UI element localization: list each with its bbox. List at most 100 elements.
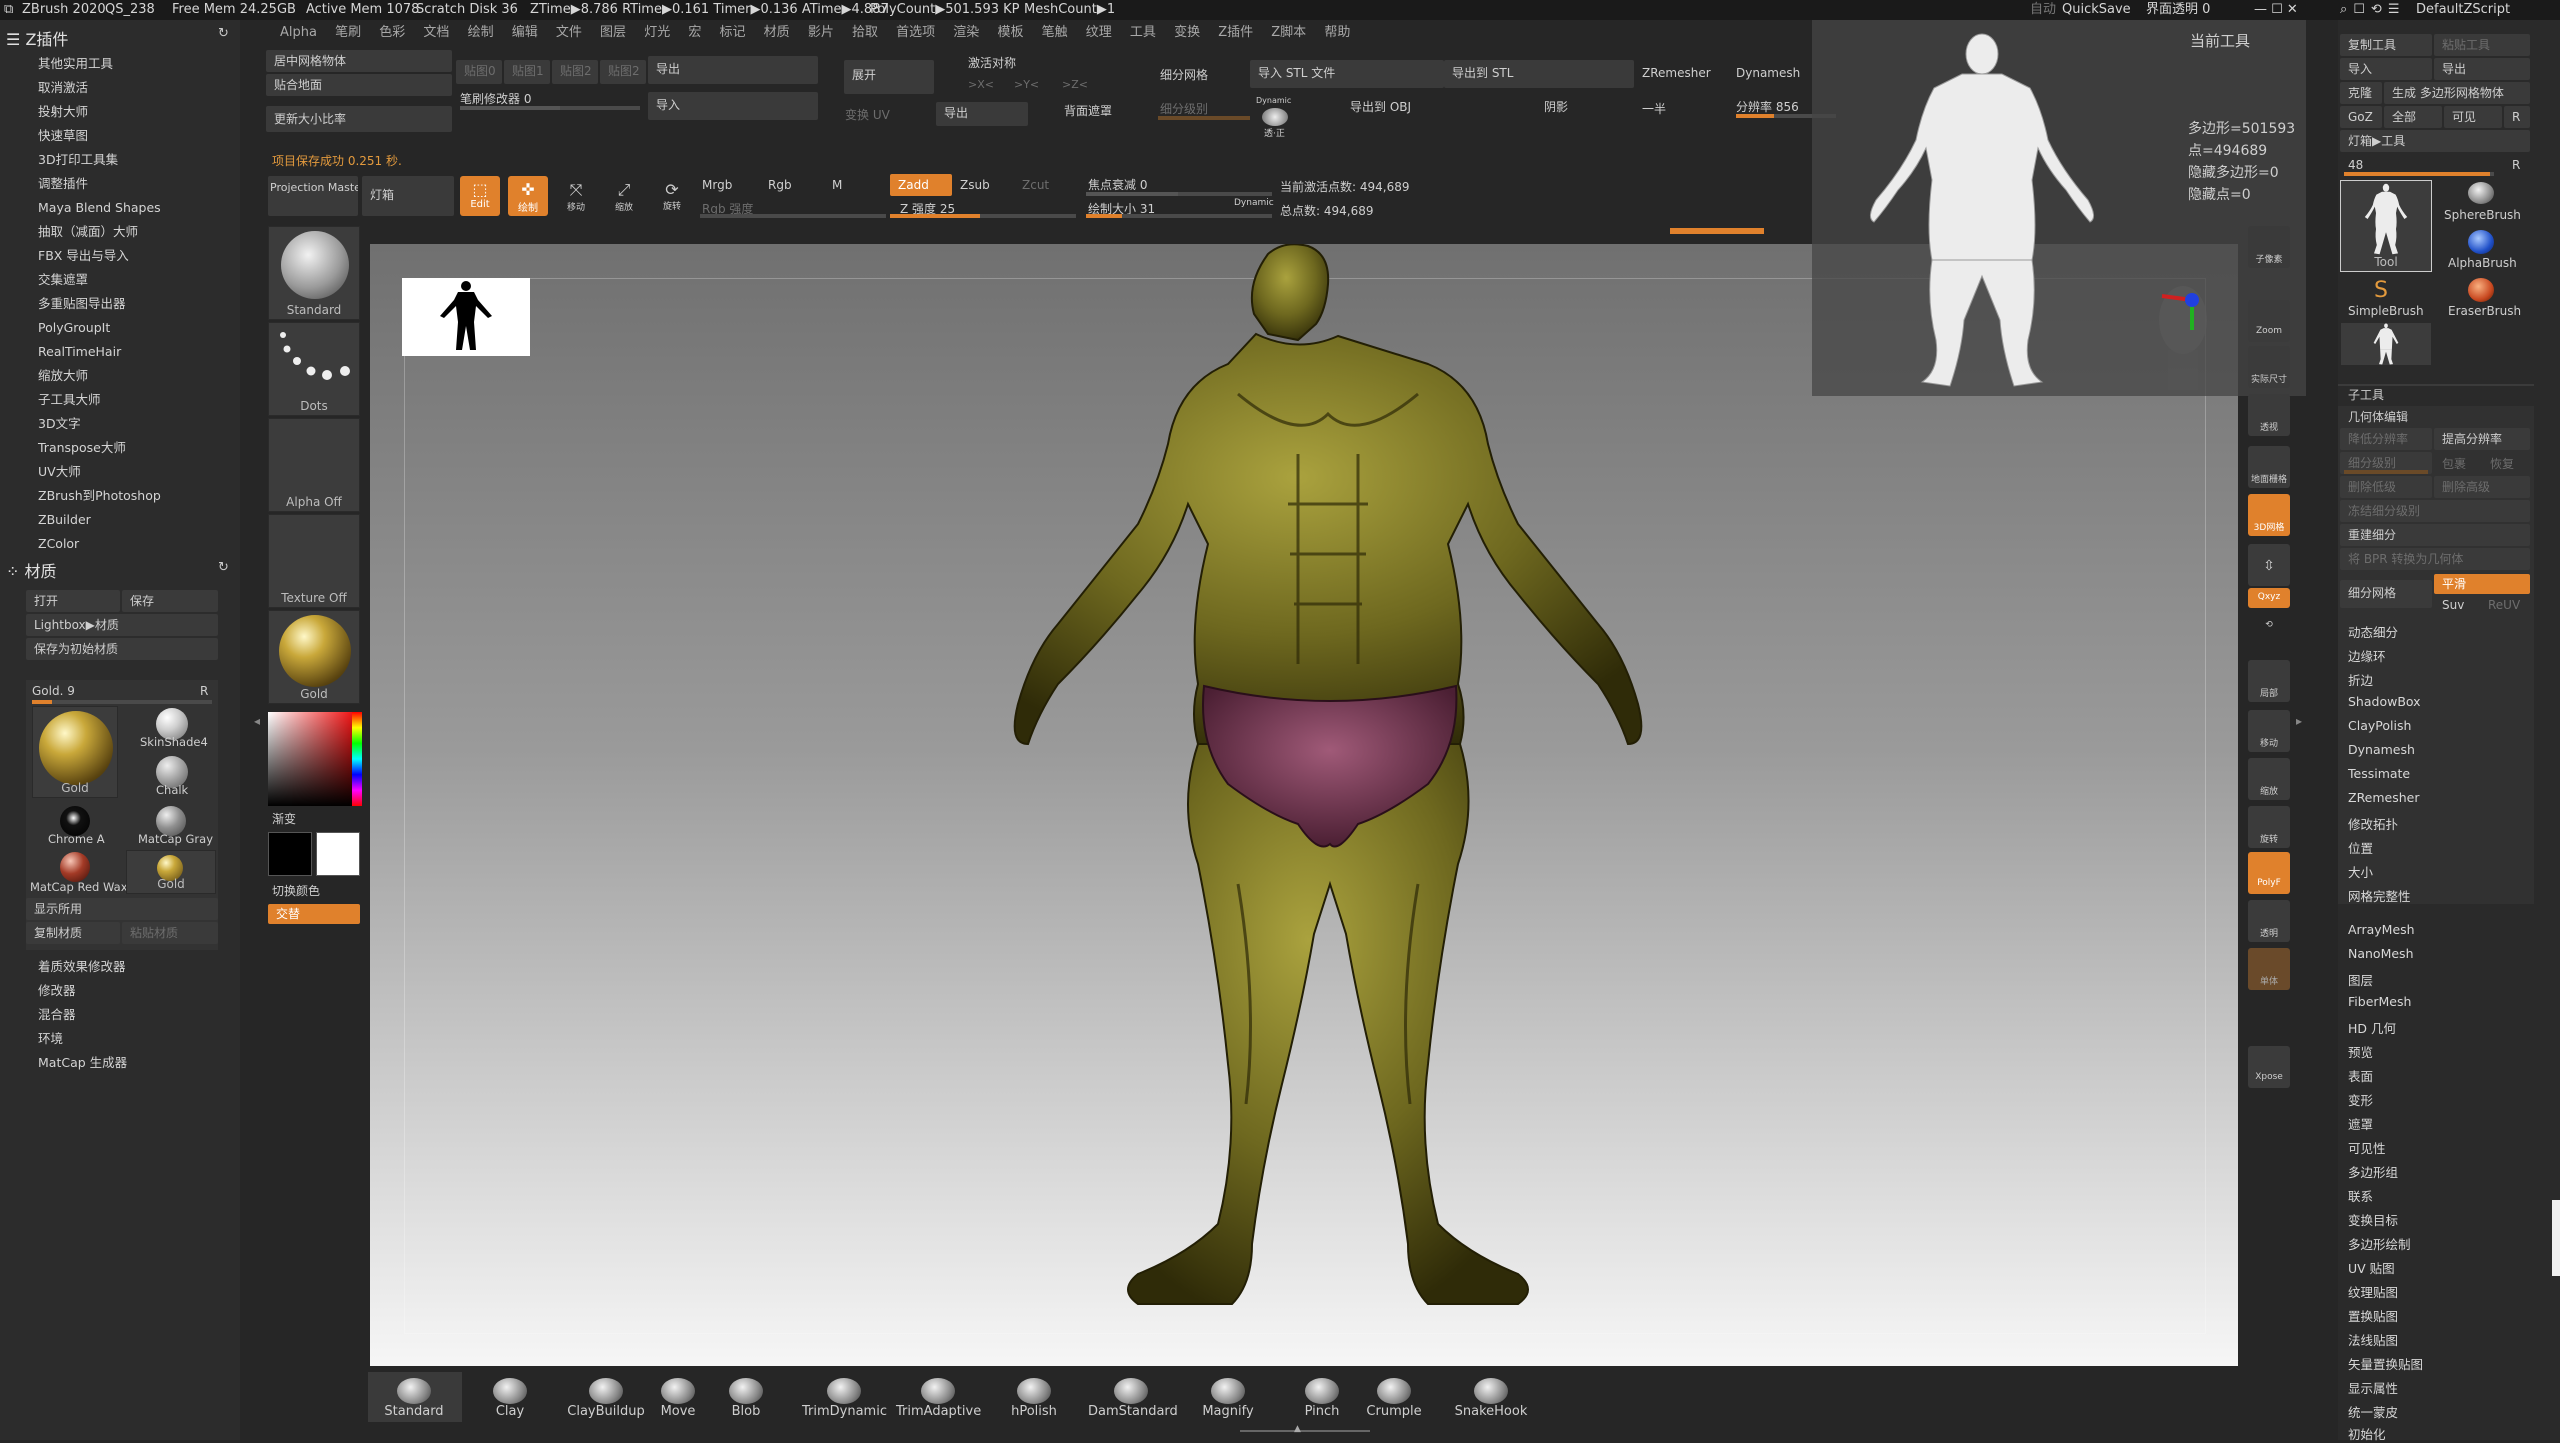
suv-toggle[interactable]: Suv: [2442, 598, 2464, 612]
lightbox-tool-button[interactable]: 灯箱▶工具: [2340, 130, 2530, 152]
focal-shift-track[interactable]: [1086, 192, 1272, 196]
material-gold-large[interactable]: Gold: [32, 706, 118, 798]
export-stl-button[interactable]: 导出到 STL: [1444, 60, 1634, 88]
tool-subpalette[interactable]: 预览: [2348, 1042, 2373, 1061]
reconstruct-subdiv-button[interactable]: 重建细分: [2340, 524, 2530, 546]
zplugin-item[interactable]: 缩放大师: [38, 365, 88, 387]
material-open-button[interactable]: 打开: [26, 590, 120, 612]
dynamesh-button[interactable]: Dynamesh: [1736, 66, 1800, 80]
eraserbrush-icon[interactable]: [2468, 278, 2494, 302]
current-material-slider[interactable]: Gold. 9: [32, 684, 75, 698]
z-intensity-track[interactable]: [890, 214, 1076, 218]
rgb-intensity-track[interactable]: [700, 214, 886, 218]
frame-icon[interactable]: ⇳: [2248, 544, 2290, 586]
edit-mode-button[interactable]: ⬚ Edit: [460, 176, 500, 216]
menu-layer[interactable]: 图层: [600, 25, 626, 40]
rstr-button[interactable]: 恢复: [2490, 455, 2514, 472]
alpha-selector[interactable]: Alpha Off: [268, 418, 360, 512]
menu-preferences[interactable]: 首选项: [896, 25, 935, 40]
zplugin-item[interactable]: ZBuilder: [38, 509, 91, 531]
chevron-up-icon[interactable]: ▲: [1294, 1424, 1301, 1434]
lower-res-button[interactable]: 降低分辨率: [2340, 428, 2432, 450]
scale-mode-button[interactable]: ⤢ 缩放: [604, 176, 644, 216]
zcut-button[interactable]: Zcut: [1022, 178, 1049, 192]
texture-slot-2[interactable]: 贴图2: [552, 60, 598, 84]
import-stl-button[interactable]: 导入 STL 文件: [1250, 60, 1444, 88]
update-scale-button[interactable]: 更新大小比率: [266, 106, 452, 132]
rotate-mode-button[interactable]: ⟳ 旋转: [652, 176, 692, 216]
copy-tool-button[interactable]: 复制工具: [2340, 34, 2432, 56]
material-slider[interactable]: [32, 700, 212, 704]
paste-material-button[interactable]: 粘贴材质: [122, 922, 218, 944]
smooth-toggle[interactable]: 平滑: [2434, 574, 2530, 594]
geometry-subitem[interactable]: Dynamesh: [2348, 742, 2415, 757]
menu-brush[interactable]: 笔刷: [335, 25, 361, 40]
zplugin-item[interactable]: Transpose大师: [38, 437, 126, 459]
snap-ground-button[interactable]: 贴合地面: [266, 74, 452, 96]
brush-standard[interactable]: Standard: [374, 1374, 454, 1424]
brush-modifier-slider[interactable]: 笔刷修改器 0: [460, 90, 531, 107]
material-save-button[interactable]: 保存: [122, 590, 218, 612]
flip-uv-button[interactable]: 变换 UV: [845, 106, 890, 123]
menu-alpha[interactable]: Alpha: [280, 25, 317, 40]
zplugin-item[interactable]: 调整插件: [38, 173, 88, 195]
solo-icon[interactable]: 单体: [2248, 948, 2290, 990]
tool-subpalette[interactable]: 多边形绘制: [2348, 1234, 2411, 1253]
focal-shift-slider[interactable]: 焦点衰减 0: [1088, 176, 1147, 193]
half-button[interactable]: 一半: [1642, 100, 1666, 117]
brush-trimdynamic[interactable]: TrimDynamic: [802, 1374, 887, 1424]
menu-file[interactable]: 文件: [556, 25, 582, 40]
brush-snakehook[interactable]: SnakeHook: [1450, 1374, 1532, 1424]
window-controls[interactable]: — ☐ ✕: [2254, 0, 2298, 20]
secondary-color-swatch[interactable]: [316, 832, 360, 876]
tool-subpalette[interactable]: UV 贴图: [2348, 1258, 2395, 1277]
shadow-button[interactable]: 阴影: [1544, 98, 1568, 115]
draw-mode-button[interactable]: ✜ 绘制: [508, 176, 548, 216]
menu-help[interactable]: 帮助: [1324, 25, 1350, 40]
brush-clay[interactable]: Clay: [470, 1374, 550, 1424]
tool-subpalette[interactable]: 多边形组: [2348, 1162, 2398, 1181]
export-obj-button[interactable]: 导出到 OBJ: [1350, 98, 1411, 115]
dynamic-perspective-icon[interactable]: [1262, 108, 1288, 126]
menu-edit[interactable]: 编辑: [512, 25, 538, 40]
geometry-subitem[interactable]: ZRemesher: [2348, 790, 2420, 805]
brush-magnify[interactable]: Magnify: [1188, 1374, 1268, 1424]
alphabrush-icon[interactable]: [2468, 230, 2494, 254]
canvas[interactable]: [370, 244, 2238, 1366]
gradient-button[interactable]: 渐变: [272, 810, 296, 827]
material-submenu-item[interactable]: 修改器: [38, 980, 76, 1002]
menu-zscript[interactable]: Z脚本: [1271, 25, 1306, 40]
main-color-swatch[interactable]: [268, 832, 312, 876]
menu-transform[interactable]: 变换: [1174, 25, 1200, 40]
tool-thumbnail[interactable]: Tool: [2340, 180, 2432, 272]
zplugin-item[interactable]: 抽取（减面）大师: [38, 221, 138, 243]
texture-slot-3[interactable]: 贴图2: [600, 60, 646, 84]
symmetry-z-button[interactable]: >Z<: [1062, 78, 1088, 91]
resolution-slider[interactable]: 分辨率 856: [1736, 98, 1799, 115]
collapse-right-panel[interactable]: ▸: [2296, 714, 2302, 728]
sdiv-track[interactable]: [2344, 470, 2428, 474]
geometry-subitem[interactable]: 位置: [2348, 838, 2373, 857]
qxyz-sub-icon[interactable]: ⟲: [2248, 612, 2290, 648]
menu-light[interactable]: 灯光: [644, 25, 670, 40]
tool-subpalette[interactable]: 联系: [2348, 1186, 2373, 1205]
right-panel-scrollbar[interactable]: [2552, 1200, 2560, 1276]
paste-tool-button[interactable]: 粘贴工具: [2434, 34, 2530, 56]
color-picker[interactable]: [268, 712, 360, 806]
import-button[interactable]: 导入: [648, 92, 818, 120]
menu-bar[interactable]: Alpha 笔刷 色彩 文档 绘制 编辑 文件 图层 灯光 宏 标记 材质 影片…: [280, 21, 1810, 45]
zplugin-item[interactable]: PolyGroupIt: [38, 317, 110, 339]
zplugin-header[interactable]: ☰ Z插件: [6, 26, 68, 50]
zoom-icon[interactable]: Zoom: [2248, 300, 2290, 342]
material-submenu-item[interactable]: 环境: [38, 1028, 63, 1050]
delete-lower-button[interactable]: 删除低级: [2340, 476, 2432, 498]
spherebrush-icon[interactable]: [2468, 182, 2494, 204]
sculpted-figure[interactable]: [998, 244, 1658, 1348]
brush-crumple[interactable]: Crumple: [1354, 1374, 1434, 1424]
material-header[interactable]: ⁘ 材质: [6, 558, 57, 582]
subdivide-mesh-button[interactable]: 细分网格: [1160, 66, 1208, 83]
export-button[interactable]: 导出: [648, 56, 818, 84]
symmetry-x-button[interactable]: >X<: [968, 78, 994, 91]
menu-document[interactable]: 文档: [423, 25, 449, 40]
show-used-button[interactable]: 显示所用: [26, 898, 218, 920]
